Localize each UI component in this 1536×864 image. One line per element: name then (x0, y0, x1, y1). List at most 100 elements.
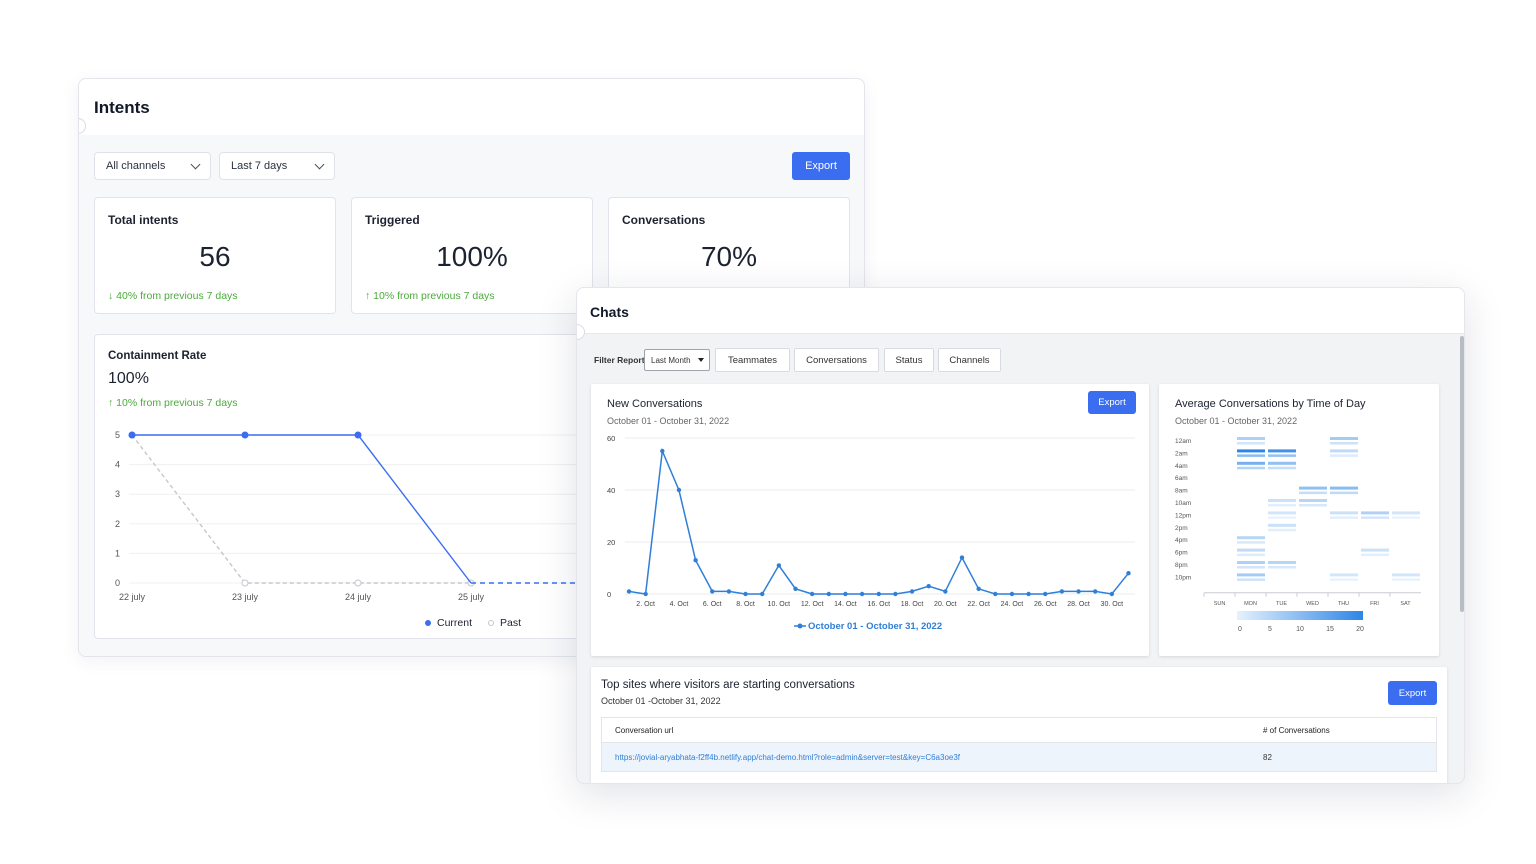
heatmap-row-label: 2pm (1175, 525, 1188, 532)
legend-label: October 01 - October 31, 2022 (808, 621, 942, 632)
heatmap-row-label: 6pm (1175, 550, 1188, 557)
x-tick-label: 18. Oct (901, 601, 924, 608)
stat-delta: ↑ 10% from previous 7 days (365, 290, 495, 302)
period-select[interactable]: Last 7 days (219, 152, 335, 180)
column-header-url[interactable]: Conversation url (615, 726, 673, 735)
x-tick-label: 4. Oct (670, 601, 689, 608)
heatmap-cell (1237, 578, 1265, 581)
heatmap-row-label: 12pm (1175, 512, 1191, 519)
filter-chip-conversations[interactable]: Conversations (794, 348, 879, 372)
caret-down-icon (698, 358, 704, 362)
legend-current-marker (425, 620, 431, 626)
filter-period-value: Last Month (651, 355, 691, 365)
legend-past-marker (488, 620, 495, 626)
heatmap-row-label: 12am (1175, 438, 1191, 445)
data-point (760, 591, 765, 597)
stat-label: Triggered (365, 213, 420, 227)
stat-value: 70% (700, 241, 758, 272)
heatmap-cell (1330, 437, 1358, 440)
data-point (1109, 591, 1115, 597)
containment-legend: Current Past (425, 617, 521, 629)
x-tick-label: 23 july (232, 592, 259, 602)
data-point-current (241, 431, 249, 439)
data-point (943, 589, 948, 594)
data-point (993, 591, 998, 597)
data-point (1076, 589, 1081, 594)
conversation-url-link[interactable]: https://jovial-aryabhata-f2ff4b.netlify.… (615, 753, 960, 762)
scrollbar[interactable] (1460, 336, 1464, 612)
top-sites-title: Top sites where visitors are starting co… (601, 679, 855, 691)
data-point (959, 555, 965, 560)
heatmap-cell (1330, 491, 1358, 495)
heatmap-column-label: TUE (1276, 601, 1287, 607)
time-of-day-heatmap: 12am 2am 4am 6am 8am 10am 12pm 2pm 4pm 6pm 8pm 10pm… (1175, 437, 1421, 633)
heatmap-row-label: 4pm (1175, 537, 1188, 544)
filter-chip-status[interactable]: Status (884, 348, 934, 372)
x-tick-label: 14. Oct (834, 601, 857, 608)
data-point-past (241, 579, 249, 587)
x-tick-label: 16. Oct (867, 601, 890, 608)
chats-panel: Chats Filter Report Last Month Teammates… (576, 287, 1465, 784)
stat-card-triggered: Triggered 100% ↑ 10% from previous 7 day… (351, 197, 593, 314)
heatmap-cell (1330, 449, 1358, 453)
data-point-current (354, 431, 362, 439)
y-tick-label: 4 (115, 460, 120, 470)
chevron-down-icon (190, 159, 201, 170)
column-header-count[interactable]: # of Conversations (1263, 726, 1330, 735)
x-tick-label: 8. Oct (736, 601, 755, 608)
x-tick-label: 6. Oct (703, 601, 722, 608)
heatmap-cell (1268, 528, 1296, 532)
heatmap-row-label: 6am (1175, 475, 1188, 482)
legend-current-label[interactable]: Current (437, 617, 472, 629)
x-tick-label: 22. Oct (967, 601, 990, 608)
data-point (976, 586, 981, 591)
data-point (776, 563, 782, 568)
heatmap-scale-label: 15 (1326, 626, 1334, 633)
heatmap-cell (1330, 442, 1358, 445)
y-tick-label: 5 (115, 430, 120, 440)
export-button[interactable]: Export (792, 152, 850, 180)
heatmap-cell (1268, 566, 1296, 569)
heatmap-scale-label: 10 (1296, 626, 1304, 633)
channel-select[interactable]: All channels (94, 152, 211, 180)
heatmap-cell (1361, 548, 1389, 552)
x-tick-label: 20. Oct (934, 601, 957, 608)
heatmap-cell (1237, 548, 1265, 552)
heatmap-row-label: 4am (1175, 463, 1188, 470)
heatmap-cell (1237, 454, 1265, 457)
collapse-handle[interactable] (79, 118, 86, 134)
chats-title: Chats (590, 304, 629, 320)
data-point (793, 586, 798, 591)
conversation-count: 82 (1263, 753, 1272, 762)
heatmap-cell (1299, 499, 1327, 502)
filter-chip-channels[interactable]: Channels (938, 348, 1001, 372)
heatmap-cell (1268, 504, 1296, 507)
legend-past-label[interactable]: Past (500, 617, 521, 629)
y-tick-label: 3 (115, 489, 120, 499)
filter-chip-teammates[interactable]: Teammates (715, 348, 790, 372)
data-point (826, 591, 831, 597)
y-tick-label: 1 (115, 548, 120, 558)
heatmap-cell (1330, 511, 1358, 515)
x-tick-label: 22 july (119, 592, 146, 602)
top-sites-export-button[interactable]: Export (1388, 681, 1437, 705)
heatmap-scale-label: 0 (1238, 626, 1242, 633)
filter-period-select[interactable]: Last Month (644, 349, 710, 371)
intents-title: Intents (94, 98, 150, 117)
x-tick-label: 26. Oct (1034, 601, 1057, 608)
legend-marker-dot (797, 623, 803, 629)
heatmap-cell (1268, 511, 1296, 515)
heatmap-cell (1361, 511, 1389, 515)
table-row: https://jovial-aryabhata-f2ff4b.netlify.… (601, 742, 1437, 772)
heatmap-cell (1361, 516, 1389, 519)
chevron-down-icon (314, 159, 325, 170)
heatmap-column-label: MON (1244, 601, 1257, 607)
data-point (1009, 591, 1015, 597)
data-point (643, 591, 648, 597)
heatmap-row-label: 10am (1175, 500, 1191, 507)
heatmap-cell (1237, 437, 1265, 440)
top-sites-card: Top sites where visitors are starting co… (591, 667, 1447, 783)
heatmap-cell (1392, 573, 1420, 577)
x-tick-label: 24 july (345, 592, 372, 602)
period-select-value: Last 7 days (231, 160, 288, 172)
